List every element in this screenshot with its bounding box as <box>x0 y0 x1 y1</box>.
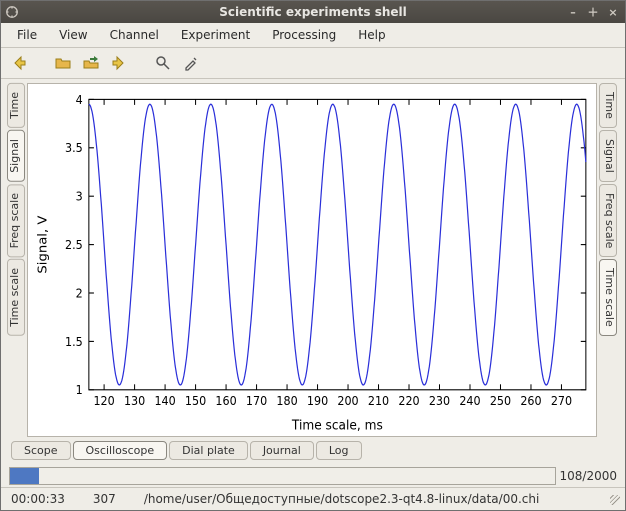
svg-text:190: 190 <box>307 394 328 409</box>
right-vertical-tabs: Time Signal Freq scale Time scale <box>597 83 617 437</box>
menu-file[interactable]: File <box>7 25 47 45</box>
svg-text:180: 180 <box>276 394 297 409</box>
menu-processing[interactable]: Processing <box>262 25 346 45</box>
svg-text:4: 4 <box>76 92 83 107</box>
svg-text:2.5: 2.5 <box>65 238 83 253</box>
window-title: Scientific experiments shell <box>219 5 407 19</box>
zoom-button[interactable] <box>151 51 175 75</box>
statusbar: 00:00:33 307 /home/user/Общедоступные/do… <box>1 487 625 510</box>
export-button[interactable] <box>79 51 103 75</box>
vtab-right-freq-scale[interactable]: Freq scale <box>599 184 617 257</box>
menu-channel[interactable]: Channel <box>100 25 169 45</box>
btab-oscilloscope[interactable]: Oscilloscope <box>73 441 168 460</box>
minimize-button[interactable]: – <box>565 4 581 20</box>
svg-text:270: 270 <box>551 394 572 409</box>
back-button[interactable] <box>7 51 31 75</box>
svg-text:210: 210 <box>368 394 389 409</box>
svg-text:150: 150 <box>185 394 206 409</box>
left-vertical-tabs: Time Signal Freq scale Time scale <box>7 83 27 437</box>
btab-log[interactable]: Log <box>316 441 362 460</box>
svg-text:200: 200 <box>337 394 358 409</box>
vtab-right-time-scale[interactable]: Time scale <box>599 259 617 336</box>
menu-help[interactable]: Help <box>348 25 395 45</box>
menu-experiment[interactable]: Experiment <box>171 25 260 45</box>
progress-label: 108/2000 <box>560 469 618 483</box>
progress-bar <box>9 467 556 485</box>
svg-text:250: 250 <box>490 394 511 409</box>
svg-text:2: 2 <box>76 286 83 301</box>
status-path: /home/user/Общедоступные/dotscope2.3-qt4… <box>138 492 587 506</box>
status-time: 00:00:33 <box>5 492 71 506</box>
svg-text:3.5: 3.5 <box>65 141 83 156</box>
vtab-right-time[interactable]: Time <box>599 83 617 128</box>
svg-text:130: 130 <box>124 394 145 409</box>
bottom-tabs: Scope Oscilloscope Dial plate Journal Lo… <box>1 437 625 465</box>
vtab-left-signal[interactable]: Signal <box>7 130 25 182</box>
menu-view[interactable]: View <box>49 25 97 45</box>
btab-journal[interactable]: Journal <box>250 441 314 460</box>
maximize-button[interactable]: ＋ <box>585 4 601 20</box>
vtab-left-time[interactable]: Time <box>7 83 25 128</box>
svg-text:140: 140 <box>154 394 175 409</box>
svg-text:1: 1 <box>76 383 83 398</box>
toolbar <box>1 48 625 79</box>
resize-grip-icon[interactable] <box>607 492 621 506</box>
svg-text:220: 220 <box>398 394 419 409</box>
vtab-right-signal[interactable]: Signal <box>599 130 617 182</box>
svg-text:260: 260 <box>520 394 541 409</box>
close-button[interactable]: × <box>605 4 621 20</box>
open-button[interactable] <box>51 51 75 75</box>
svg-text:1.5: 1.5 <box>65 334 83 349</box>
svg-text:170: 170 <box>246 394 267 409</box>
status-count: 307 <box>87 492 122 506</box>
tool-button[interactable] <box>179 51 203 75</box>
svg-text:Time scale, ms: Time scale, ms <box>291 417 383 433</box>
btab-scope[interactable]: Scope <box>11 441 71 460</box>
svg-text:160: 160 <box>215 394 236 409</box>
svg-text:120: 120 <box>93 394 114 409</box>
svg-text:3: 3 <box>76 189 83 204</box>
svg-text:Signal, V: Signal, V <box>35 215 49 273</box>
vtab-left-time-scale[interactable]: Time scale <box>7 259 25 336</box>
vtab-left-freq-scale[interactable]: Freq scale <box>7 184 25 257</box>
plot-area[interactable]: 120 130 140 150 160 170 180 190 200 210 220 230 240 2… <box>27 83 597 437</box>
btab-dial-plate[interactable]: Dial plate <box>169 441 248 460</box>
svg-text:240: 240 <box>459 394 480 409</box>
app-icon <box>5 5 19 19</box>
titlebar: Scientific experiments shell – ＋ × <box>1 1 625 23</box>
menubar: File View Channel Experiment Processing … <box>1 23 625 48</box>
svg-text:230: 230 <box>429 394 450 409</box>
forward-button[interactable] <box>107 51 131 75</box>
